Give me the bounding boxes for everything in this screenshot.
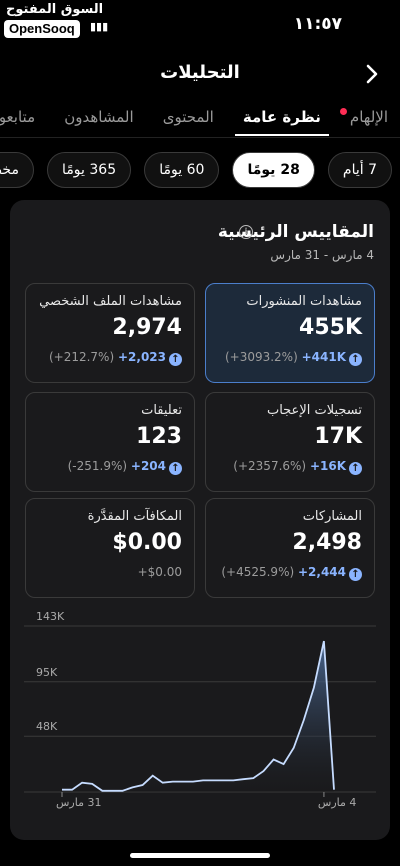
y-tick-label: 95K xyxy=(36,665,58,679)
tab-label: متابعون xyxy=(0,108,36,126)
metric-change-percent: (+212.7%) xyxy=(48,350,115,364)
metric-card-shares[interactable]: المشاركات 2,498 (+4525.9%) +2,444 ↑ xyxy=(205,498,375,598)
metric-change-percent: (-251.9%) xyxy=(67,459,128,473)
arrow-up-icon: ↑ xyxy=(169,462,182,475)
tab-label: المشاهدون xyxy=(64,108,134,126)
date-range-selector: 7 أيام 28 يومًا 60 يومًا 365 يومًا مخص xyxy=(0,152,400,192)
metric-card-profile-views[interactable]: مشاهدات الملف الشخصي 2,974 (+212.7%) +2,… xyxy=(25,283,195,383)
x-tick-label: 4 مارس xyxy=(317,796,357,809)
header: التحليلات xyxy=(0,56,400,92)
tab-label: نظرة عامة xyxy=(242,108,321,126)
tab-overview[interactable]: نظرة عامة xyxy=(234,100,329,136)
metric-change-value: +2,444 xyxy=(297,565,346,579)
metric-label: تعليقات xyxy=(141,403,182,418)
metric-change-percent: (+2357.6%) xyxy=(233,459,307,473)
metric-label: مشاهدات الملف الشخصي xyxy=(39,294,182,309)
metric-change: (+3093.2%) +441K ↑ xyxy=(218,350,362,366)
key-metrics-panel: المقاييس الرئيسية i 4 مارس - 31 مارس مشا… xyxy=(10,200,390,840)
x-tick-label: 31 مارس xyxy=(56,796,102,809)
metric-card-likes[interactable]: تسجيلات الإعجاب 17K (+2357.6%) +16K ↑ xyxy=(205,392,375,492)
analytics-tabs: الإلهام نظرة عامة المحتوى المشاهدون متاب… xyxy=(0,100,400,138)
metric-label: تسجيلات الإعجاب xyxy=(266,403,362,418)
metric-value: 123 xyxy=(136,424,182,449)
metric-change: (+2357.6%) +16K ↑ xyxy=(218,459,362,475)
status-time: ١١:٥٧ xyxy=(293,14,342,34)
arrow-up-icon: ↑ xyxy=(349,462,362,475)
metric-change: (+212.7%) +2,023 ↑ xyxy=(38,350,182,366)
metric-label: مشاهدات المنشورات xyxy=(246,294,362,309)
metric-change-value: +2,023 xyxy=(117,350,166,364)
metric-card-comments[interactable]: تعليقات 123 (-251.9%) +204 ↑ xyxy=(25,392,195,492)
status-bar: السوق المفتوح OpenSooq ▮▮▮ ١١:٥٧ xyxy=(0,0,400,48)
opensooq-watermark: السوق المفتوح OpenSooq xyxy=(4,2,103,38)
metric-value: 17K xyxy=(314,424,362,449)
metric-value: 2,974 xyxy=(112,315,182,340)
chevron-right-icon[interactable] xyxy=(360,62,384,86)
watermark-english: OpenSooq xyxy=(4,20,80,38)
range-7-days[interactable]: 7 أيام xyxy=(327,152,392,188)
metric-card-post-views[interactable]: مشاهدات المنشورات 455K (+3093.2%) +441K ↑ xyxy=(205,283,375,383)
watermark-arabic: السوق المفتوح xyxy=(6,2,104,17)
page-title: التحليلات xyxy=(160,62,240,83)
date-range-label: 4 مارس - 31 مارس xyxy=(270,248,374,262)
tab-followers[interactable]: متابعون xyxy=(0,100,43,134)
home-indicator[interactable] xyxy=(130,853,270,858)
metric-change: (-251.9%) +204 ↑ xyxy=(38,459,182,475)
range-custom[interactable]: مخص xyxy=(0,152,34,188)
post-views-chart[interactable]: 143K 95K 48K 31 مارس 4 مارس xyxy=(24,610,376,820)
info-icon[interactable]: i xyxy=(239,225,253,239)
arrow-up-icon: ↑ xyxy=(349,353,362,366)
metric-label: المكافآت المقدَّرة xyxy=(87,509,182,524)
metric-change-value: +16K xyxy=(309,459,346,473)
y-tick-label: 143K xyxy=(36,610,65,623)
metric-change-percent: (+3093.2%) xyxy=(224,350,298,364)
metric-value: 2,498 xyxy=(292,530,362,555)
metric-change: +$0.00 xyxy=(38,565,182,579)
metric-change-value: +441K xyxy=(301,350,346,364)
chart-canvas xyxy=(24,625,376,797)
tab-label: الإلهام xyxy=(349,108,388,126)
metric-change-value: +$0.00 xyxy=(137,565,182,579)
metric-card-estimated-rewards[interactable]: المكافآت المقدَّرة $0.00 +$0.00 xyxy=(25,498,195,598)
tab-content[interactable]: المحتوى xyxy=(155,100,222,134)
range-60-days[interactable]: 60 يومًا xyxy=(144,152,220,188)
signal-icon: ▮▮▮ xyxy=(90,20,109,33)
metric-value: 455K xyxy=(299,315,362,340)
metric-value: $0.00 xyxy=(112,530,182,555)
metric-label: المشاركات xyxy=(302,509,362,524)
metric-change-value: +204 xyxy=(130,459,166,473)
range-28-days[interactable]: 28 يومًا xyxy=(232,152,315,188)
notification-dot xyxy=(339,108,347,115)
tab-viewers[interactable]: المشاهدون xyxy=(56,100,141,134)
tab-label: المحتوى xyxy=(162,108,214,126)
tab-inspiration[interactable]: الإلهام xyxy=(339,100,396,134)
series-area xyxy=(62,641,334,792)
metric-change-percent: (+4525.9%) xyxy=(221,565,295,579)
arrow-up-icon: ↑ xyxy=(169,353,182,366)
arrow-up-icon: ↑ xyxy=(349,568,362,581)
y-tick-label: 48K xyxy=(36,720,58,734)
range-365-days[interactable]: 365 يومًا xyxy=(47,152,132,188)
metric-change: (+4525.9%) +2,444 ↑ xyxy=(218,565,362,581)
